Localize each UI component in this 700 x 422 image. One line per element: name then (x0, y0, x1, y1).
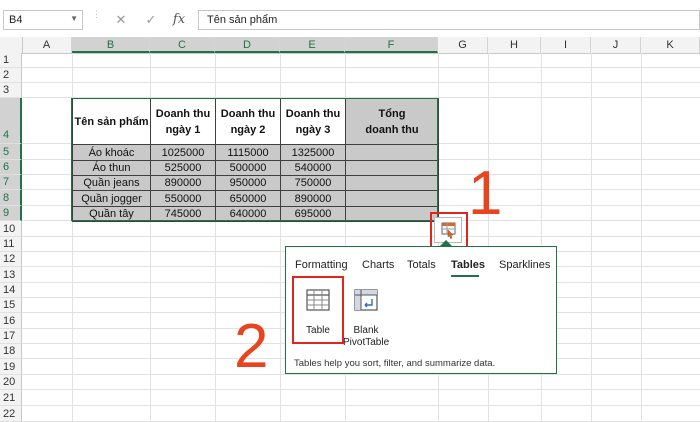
column-header-h[interactable]: H (488, 37, 541, 53)
tab-formatting[interactable]: Formatting (295, 259, 348, 271)
selection-range (71, 98, 438, 221)
row-header-10[interactable]: 10 (0, 221, 22, 237)
tab-totals[interactable]: Totals (407, 259, 436, 271)
row-header-9[interactable]: 9 (0, 206, 22, 221)
row-header-19[interactable]: 19 (0, 359, 22, 375)
help-text: Tables help you sort, filter, and summar… (294, 358, 496, 369)
row-header-11[interactable]: 11 (0, 237, 22, 252)
column-header-j[interactable]: J (591, 37, 641, 53)
column-header-k[interactable]: K (641, 37, 700, 53)
column-header-i[interactable]: I (541, 37, 591, 53)
column-header-a[interactable]: A (22, 37, 72, 53)
tab-charts[interactable]: Charts (362, 259, 394, 271)
formula-input[interactable]: Tên sản phẩm (198, 10, 700, 30)
column-header-b[interactable]: B (72, 37, 150, 53)
insert-function-icon[interactable]: fx (170, 11, 188, 29)
column-header-d[interactable]: D (215, 37, 280, 53)
row-header-2[interactable]: 2 (0, 68, 22, 83)
annotation-box-2 (292, 276, 344, 344)
column-header-g[interactable]: G (438, 37, 488, 53)
pivottable-icon (354, 289, 378, 311)
name-box[interactable]: B4 ▼ (3, 10, 83, 30)
row-header-18[interactable]: 18 (0, 344, 22, 359)
active-tab-indicator (451, 275, 479, 277)
name-box-value: B4 (9, 14, 23, 26)
row-header-21[interactable]: 21 (0, 390, 22, 406)
row-header-5[interactable]: 5 (0, 144, 22, 160)
row-header-7[interactable]: 7 (0, 175, 22, 190)
annotation-step-1: 1 (468, 159, 503, 228)
enter-icon[interactable]: ✓ (142, 11, 160, 29)
row-header-20[interactable]: 20 (0, 375, 22, 390)
row-header-15[interactable]: 15 (0, 298, 22, 313)
grip-icon: ⋮ (92, 10, 101, 28)
row-header-1[interactable]: 1 (0, 53, 22, 68)
annotation-step-2: 2 (234, 312, 269, 381)
chevron-down-icon[interactable]: ▼ (70, 14, 78, 23)
column-header-c[interactable]: C (150, 37, 215, 53)
formula-value: Tên sản phẩm (207, 14, 278, 26)
row-header-8[interactable]: 8 (0, 190, 22, 206)
row-header-4[interactable]: 4 (0, 98, 22, 144)
row-header-6[interactable]: 6 (0, 160, 22, 175)
row-header-14[interactable]: 14 (0, 283, 22, 298)
column-header-e[interactable]: E (280, 37, 345, 53)
select-all-corner[interactable] (0, 37, 23, 53)
row-header-16[interactable]: 16 (0, 313, 22, 329)
column-header-f[interactable]: F (345, 37, 438, 53)
row-header-17[interactable]: 17 (0, 329, 22, 344)
row-header-13[interactable]: 13 (0, 267, 22, 283)
blank-pivottable-option-button[interactable]: Blank PivotTable (343, 289, 389, 349)
tab-sparklines[interactable]: Sparklines (499, 259, 550, 271)
row-header-22[interactable]: 22 (0, 406, 22, 422)
row-header-12[interactable]: 12 (0, 252, 22, 267)
tab-tables[interactable]: Tables (451, 259, 485, 271)
row-header-3[interactable]: 3 (0, 83, 22, 98)
blank-pivottable-option-label: Blank PivotTable (343, 325, 390, 348)
cancel-icon[interactable]: ✕ (112, 11, 130, 29)
